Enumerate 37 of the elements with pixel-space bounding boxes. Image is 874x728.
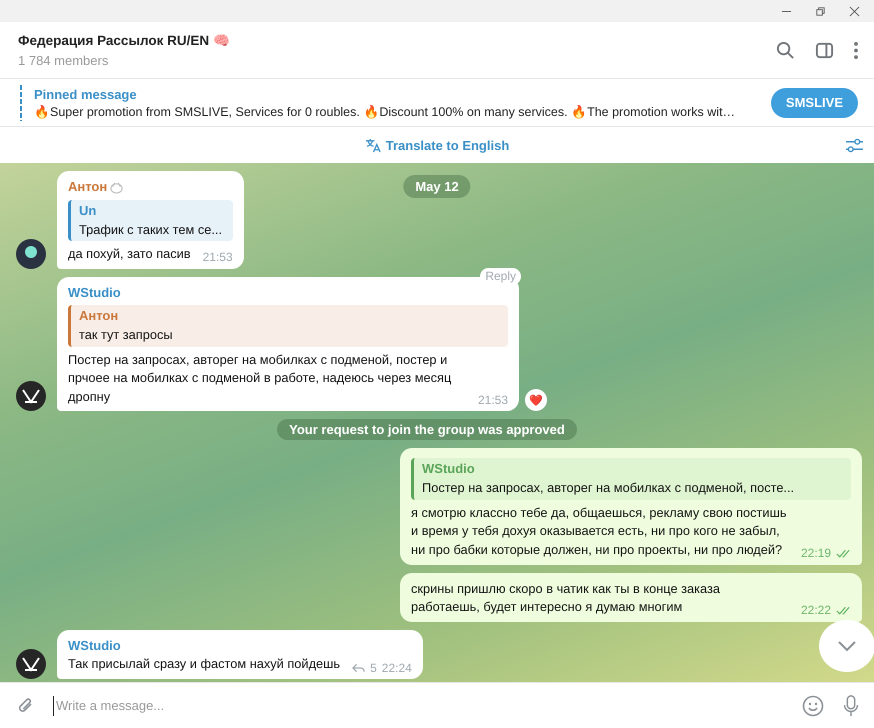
service-message: Your request to join the group was approved: [277, 419, 577, 440]
translate-button[interactable]: Translate to English: [362, 136, 512, 154]
author-name: WStudio: [68, 284, 121, 302]
message-text: Так присылай сразу и фастом нахуй пойдешь: [68, 655, 340, 674]
message-time: 22:24: [382, 660, 412, 677]
message-text: да похуй, зато пасив: [68, 245, 191, 264]
emoji-icon[interactable]: [802, 694, 824, 716]
quoted-message[interactable]: WStudio Постер на запросах, авторег на мобилках с подменой, посте...: [411, 458, 851, 500]
message-time: 22:22: [800, 602, 831, 620]
restore-icon[interactable]: [815, 6, 826, 16]
close-icon[interactable]: [849, 6, 860, 16]
date-badge: May 12: [403, 175, 471, 198]
quoted-message[interactable]: Un Трафик с таких тем се...: [68, 200, 233, 242]
pinned-message[interactable]: Pinned message 🔥Super promotion from SMSLIVE, Services for 0 roubles. 🔥Discount 100% on many services. 🔥The promotion works wit…: [34, 86, 759, 118]
avatar-icon[interactable]: [16, 649, 46, 679]
search-icon[interactable]: [776, 40, 795, 60]
translate-icon: [364, 138, 382, 152]
avatar-icon[interactable]: [16, 381, 46, 412]
reply-arrow-icon: [352, 663, 366, 674]
reaction-badge[interactable]: ❤: [525, 389, 547, 412]
author-name: WStudio: [68, 636, 121, 655]
sidebar-toggle-icon[interactable]: [815, 40, 834, 60]
chat-title: Федерация Рассылок RU/EN 🧠: [18, 32, 231, 48]
avatar-icon[interactable]: [16, 238, 46, 269]
message-time: 21:53: [478, 392, 508, 410]
settings-icon[interactable]: [845, 138, 864, 152]
reply-count: 5: [370, 660, 377, 677]
message-time: 21:53: [202, 249, 233, 266]
author-name: Антон: [68, 178, 108, 196]
message-time: 22:19: [800, 545, 831, 562]
message-text: Постер на запросах, авторег на мобилках с подменой, постер и прчоее на мобилках с подменой в работе, надеюсь через месяц дропну: [68, 350, 452, 406]
quoted-message[interactable]: Антон так тут запросы: [68, 305, 508, 347]
member-count: 1 784 members: [18, 53, 110, 68]
more-icon[interactable]: [854, 42, 858, 58]
message-text: скрины пришлю скоро в чатик как ты в конце заказа работаешь, будет интересно я думаю многим: [411, 580, 721, 616]
message-text: я смотрю классно тебе да, общаешься, рекламу свою постишь и время у тебя дохуя оказывается есть, ни про кого не забыл, ни про бабки которые должен, ни про проекты, ни про людей?: [411, 504, 788, 559]
chevron-down-icon: [837, 640, 857, 652]
